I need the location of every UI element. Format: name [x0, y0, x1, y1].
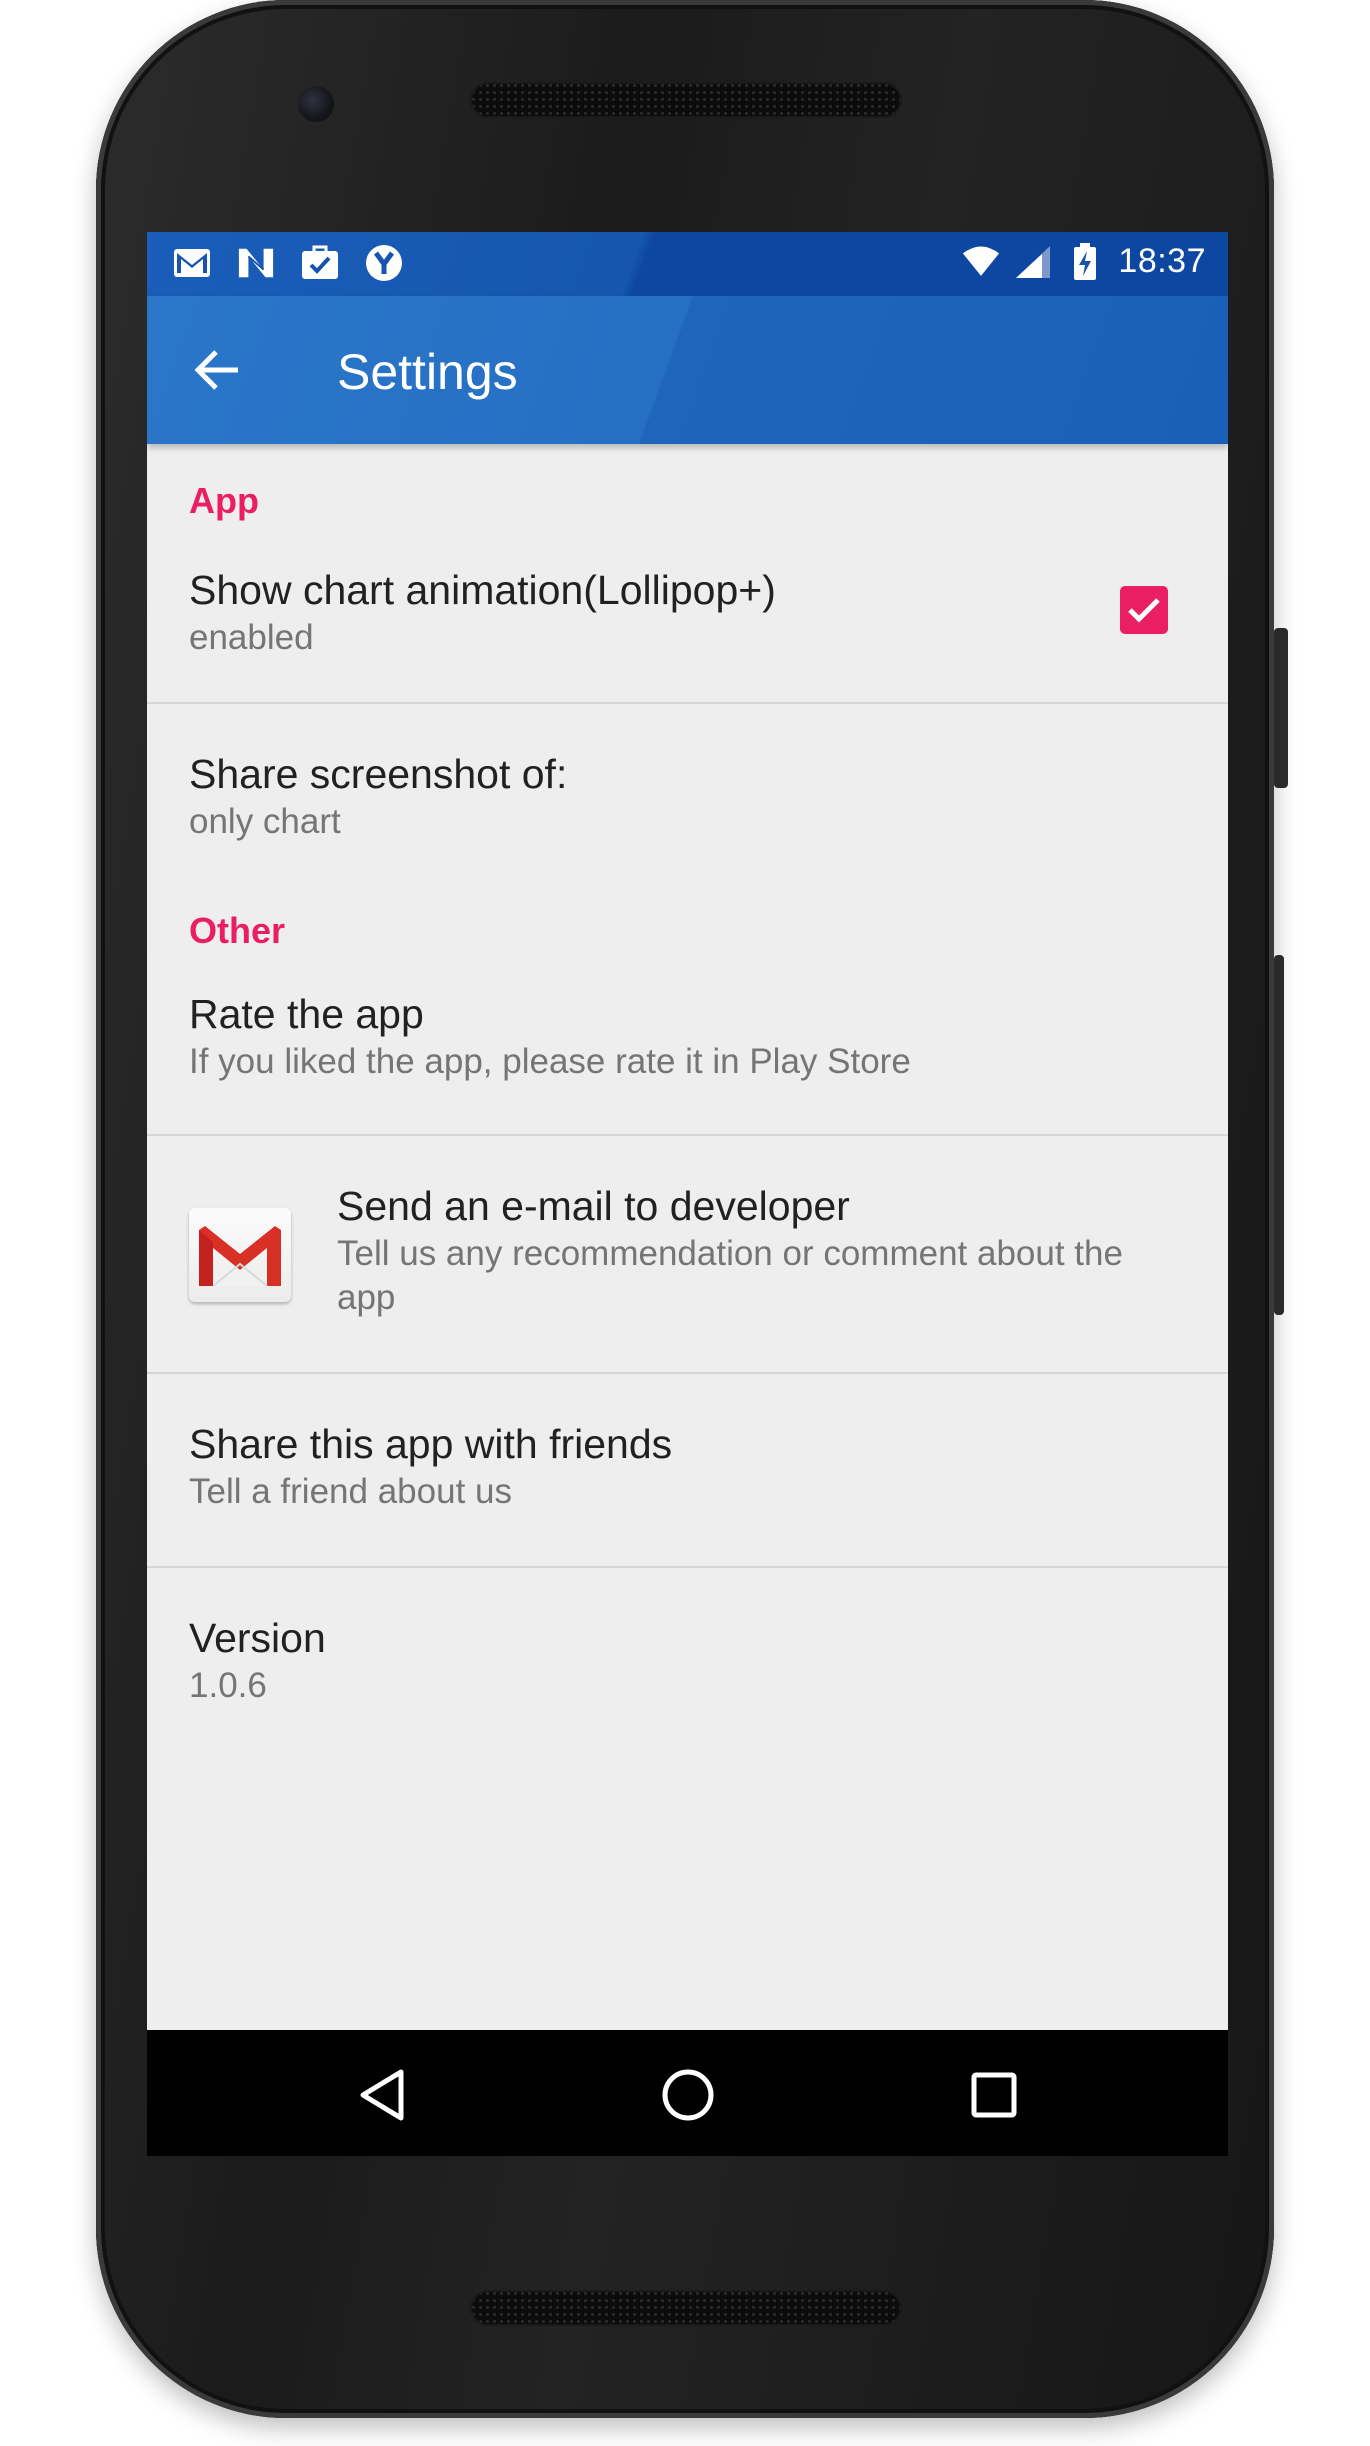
nav-recents-button[interactable] — [959, 2060, 1029, 2130]
pref-summary-line2: app — [337, 1278, 396, 1317]
bottom-speaker — [470, 2290, 902, 2326]
pref-show-chart-animation[interactable]: Show chart animation(Lollipop+) enabled — [147, 522, 1228, 702]
pref-share-screenshot[interactable]: Share screenshot of: only chart — [147, 704, 1228, 882]
pref-title: Version — [189, 1615, 326, 1661]
nav-back-button[interactable] — [347, 2060, 417, 2130]
pref-title: Send an e-mail to developer — [337, 1183, 850, 1229]
pref-rate-app[interactable]: Rate the app If you liked the app, pleas… — [147, 952, 1228, 1134]
n-notification-icon — [237, 244, 275, 282]
nav-home-button[interactable] — [653, 2060, 723, 2130]
briefcase-check-icon — [301, 244, 339, 282]
settings-list: App Show chart animation(Lollipop+) enab… — [147, 444, 1228, 1758]
pref-title: Show chart animation(Lollipop+) — [189, 567, 776, 613]
wifi-icon — [962, 243, 1000, 281]
arrow-left-icon — [194, 350, 238, 390]
battery-charging-icon — [1066, 242, 1104, 281]
category-header-app: App — [189, 480, 259, 521]
category-header-other: Other — [189, 910, 286, 951]
pref-summary: 1.0.6 — [189, 1666, 267, 1705]
pref-summary: enabled — [189, 618, 314, 657]
pref-summary-line1: Tell us any recommendation or comment ab… — [337, 1234, 1123, 1273]
app-bar: Settings — [147, 296, 1228, 444]
back-button[interactable] — [187, 340, 247, 400]
power-button — [1274, 628, 1288, 788]
pref-title: Share this app with friends — [189, 1421, 673, 1467]
y-notification-icon — [365, 244, 403, 282]
pref-title: Share screenshot of: — [189, 751, 568, 797]
navigation-bar — [147, 2030, 1228, 2156]
earpiece-speaker — [470, 82, 902, 118]
status-time: 18:37 — [1118, 242, 1206, 280]
gmail-icon — [189, 1208, 291, 1302]
pref-summary: If you liked the app, please rate it in … — [189, 1042, 911, 1081]
signal-icon — [1014, 243, 1052, 281]
status-bar: 18:37 — [147, 232, 1228, 296]
pref-share-app[interactable]: Share this app with friends Tell a frien… — [147, 1374, 1228, 1566]
screen: 18:37 Settings App Show chart animation(… — [147, 232, 1228, 2156]
page-title: Settings — [337, 344, 518, 400]
front-camera — [298, 86, 334, 122]
pref-summary: only chart — [189, 802, 341, 841]
recents-square-icon — [971, 2072, 1017, 2118]
back-triangle-icon — [360, 2069, 404, 2121]
pref-version[interactable]: Version 1.0.6 — [147, 1568, 1228, 1758]
home-circle-icon — [662, 2069, 714, 2121]
gmail-notification-icon — [173, 244, 211, 282]
pref-summary: Tell a friend about us — [189, 1472, 512, 1511]
volume-button — [1274, 955, 1284, 1315]
pref-title: Rate the app — [189, 991, 424, 1037]
chart-animation-checkbox[interactable] — [1120, 586, 1168, 634]
check-icon — [1128, 598, 1160, 623]
pref-send-email[interactable]: Send an e-mail to developer Tell us any … — [147, 1136, 1228, 1372]
